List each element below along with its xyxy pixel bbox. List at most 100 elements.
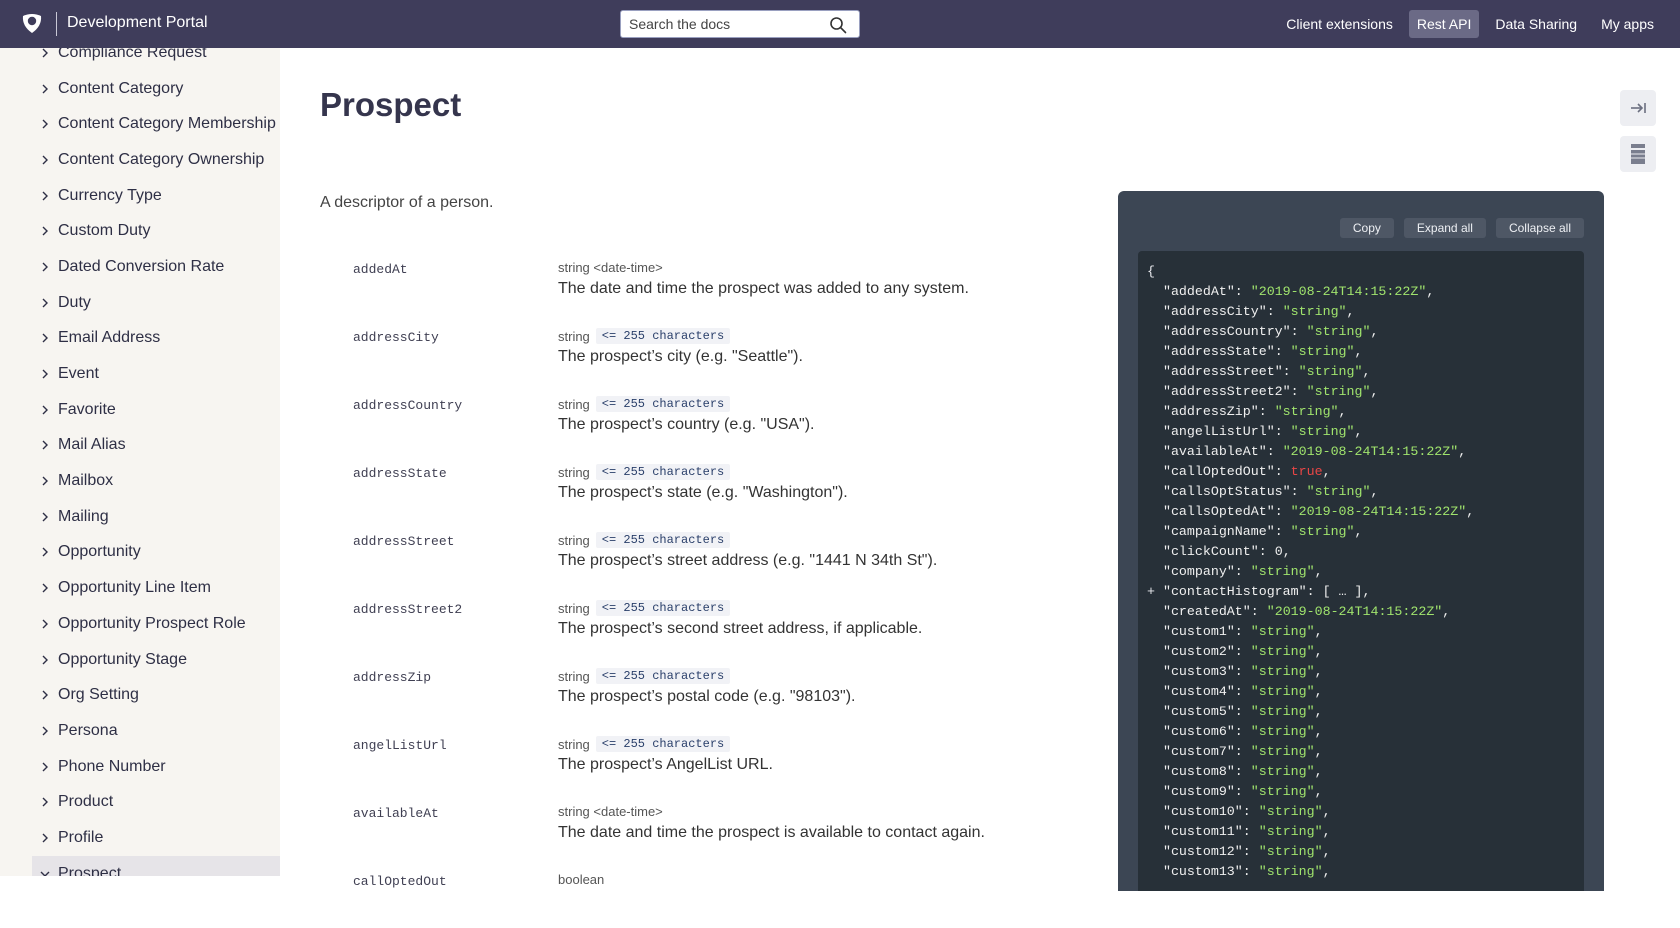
- json-value: "string": [1250, 764, 1315, 779]
- search-input[interactable]: [629, 16, 819, 32]
- sidebar-item-content-category[interactable]: Content Category: [32, 71, 280, 107]
- sidebar-item-email-address[interactable]: Email Address: [32, 321, 280, 357]
- sidebar-item-mail-alias[interactable]: Mail Alias: [32, 428, 280, 464]
- chevron-right-icon: [42, 226, 48, 236]
- sidebar: Compliance Request Content Category Conten…: [0, 48, 280, 876]
- expand-all-button[interactable]: Expand all: [1403, 218, 1486, 238]
- sidebar-item-label: Mail Alias: [58, 436, 126, 454]
- search-box[interactable]: [620, 10, 860, 38]
- sidebar-item-opportunity-line-item[interactable]: Opportunity Line Item: [32, 570, 280, 606]
- collapse-all-button[interactable]: Collapse all: [1495, 218, 1584, 238]
- json-key: callsOptedAt: [1170, 504, 1267, 519]
- sidebar-item-label: Mailing: [58, 507, 109, 525]
- sidebar-item-mailbox[interactable]: Mailbox: [32, 463, 280, 499]
- json-line: "addressStreet": "string",: [1162, 364, 1371, 379]
- field-constraint: <= 255 characters: [595, 736, 731, 752]
- json-line: "custom10": "string",: [1162, 804, 1331, 819]
- json-value: "2019-08-24T14:15:22Z": [1290, 504, 1467, 519]
- sidebar-item-label: Opportunity: [58, 543, 141, 561]
- logo-icon[interactable]: [20, 11, 44, 35]
- json-line: "custom11": "string",: [1162, 824, 1331, 839]
- sidebar-item-currency-type[interactable]: Currency Type: [32, 178, 280, 214]
- sidebar-item-prospect[interactable]: Prospect: [32, 855, 280, 876]
- chevron-right-icon: [42, 726, 48, 736]
- nav-my-apps[interactable]: My apps: [1593, 10, 1662, 38]
- json-value: "string": [1290, 524, 1355, 539]
- sidebar-item-event[interactable]: Event: [32, 356, 280, 392]
- sidebar-item-phone-number[interactable]: Phone Number: [32, 749, 280, 785]
- chevron-right-icon: [42, 762, 48, 772]
- json-value: "string": [1250, 724, 1315, 739]
- sidebar-item-favorite[interactable]: Favorite: [32, 392, 280, 428]
- json-line[interactable]: + "contactHistogram": [ … ],: [1147, 582, 1584, 602]
- field-description: The prospect’s street address (e.g. "144…: [558, 552, 938, 569]
- logo-divider: [56, 12, 57, 36]
- json-key: custom3: [1170, 664, 1227, 679]
- field-type: string: [558, 668, 590, 684]
- sidebar-item-opportunity-stage[interactable]: Opportunity Stage: [32, 642, 280, 678]
- sidebar-item-opportunity-prospect-role[interactable]: Opportunity Prospect Role: [32, 606, 280, 642]
- json-key: company: [1170, 564, 1227, 579]
- json-value: true: [1290, 464, 1323, 479]
- sidebar-item-product[interactable]: Product: [32, 784, 280, 820]
- portal-title[interactable]: Development Portal: [67, 14, 208, 32]
- sidebar-item-duty[interactable]: Duty: [32, 285, 280, 321]
- json-line: "custom5": "string",: [1162, 704, 1323, 719]
- field-type: string: [558, 464, 590, 480]
- expand-toggle-icon[interactable]: +: [1147, 584, 1163, 599]
- sidebar-item-dated-conversion-rate[interactable]: Dated Conversion Rate: [32, 249, 280, 285]
- field-type-row: boolean: [558, 872, 604, 887]
- json-value: 0: [1274, 544, 1283, 559]
- json-key: addressZip: [1170, 404, 1251, 419]
- sidebar-item-org-setting[interactable]: Org Setting: [32, 677, 280, 713]
- sidebar-item-content-category-ownership[interactable]: Content Category Ownership: [32, 142, 280, 178]
- field-type-row: string <= 255 characters: [558, 668, 731, 684]
- sidebar-item-mailing[interactable]: Mailing: [32, 499, 280, 535]
- json-line: "addressStreet2": "string",: [1162, 384, 1379, 399]
- json-line: "addedAt": "2019-08-24T14:15:22Z",: [1162, 284, 1435, 299]
- json-key: custom7: [1170, 744, 1227, 759]
- arrow-right-bar-icon: [1631, 103, 1646, 113]
- collapse-panel-button[interactable]: [1620, 90, 1656, 126]
- json-key: custom1: [1170, 624, 1227, 639]
- json-line: "company": "string",: [1162, 564, 1323, 579]
- field-constraint: <= 255 characters: [595, 328, 731, 344]
- nav-client-extensions[interactable]: Client extensions: [1278, 10, 1401, 38]
- json-value: "string": [1250, 664, 1315, 679]
- field-type-row: string <= 255 characters: [558, 328, 731, 344]
- sidebar-item-persona[interactable]: Persona: [32, 713, 280, 749]
- copy-button[interactable]: Copy: [1339, 218, 1394, 238]
- chevron-down-icon: [40, 871, 50, 876]
- chevron-right-icon: [42, 298, 48, 308]
- sidebar-item-profile[interactable]: Profile: [32, 820, 280, 856]
- chevron-right-icon: [42, 512, 48, 522]
- sidebar-item-opportunity[interactable]: Opportunity: [32, 535, 280, 571]
- page-tools-button[interactable]: [1620, 136, 1656, 172]
- field-name: availableAt: [353, 806, 439, 821]
- field-constraint: <= 255 characters: [595, 396, 731, 412]
- nav-rest-api[interactable]: Rest API: [1408, 10, 1480, 38]
- json-value: "string": [1306, 324, 1371, 339]
- sidebar-item-compliance-request[interactable]: Compliance Request: [32, 48, 280, 71]
- nav-data-sharing[interactable]: Data Sharing: [1487, 10, 1585, 38]
- json-value: [ … ]: [1322, 584, 1363, 599]
- sidebar-item-custom-duty[interactable]: Custom Duty: [32, 213, 280, 249]
- schema-field: addressZip string <= 255 characters The pro…: [353, 656, 1053, 724]
- json-key: custom2: [1170, 644, 1227, 659]
- search-icon[interactable]: [829, 16, 847, 34]
- json-value: "string": [1298, 364, 1363, 379]
- sidebar-item-content-category-membership[interactable]: Content Category Membership: [32, 106, 280, 142]
- field-type: string: [558, 600, 590, 616]
- json-key: custom10: [1170, 804, 1235, 819]
- field-type-row: string <= 255 characters: [558, 600, 731, 616]
- json-key: addressStreet2: [1170, 384, 1283, 399]
- schema-field: addressState string <= 255 characters The p…: [353, 452, 1053, 520]
- field-type: string: [558, 532, 590, 548]
- field-type: boolean: [558, 872, 605, 887]
- field-type-row: string <= 255 characters: [558, 464, 731, 480]
- sidebar-item-label: Product: [58, 793, 114, 811]
- main-content: Prospect A descriptor of a person. added…: [280, 48, 1680, 891]
- json-value: "string": [1306, 484, 1371, 499]
- json-key: custom4: [1170, 684, 1227, 699]
- json-key: createdAt: [1170, 604, 1243, 619]
